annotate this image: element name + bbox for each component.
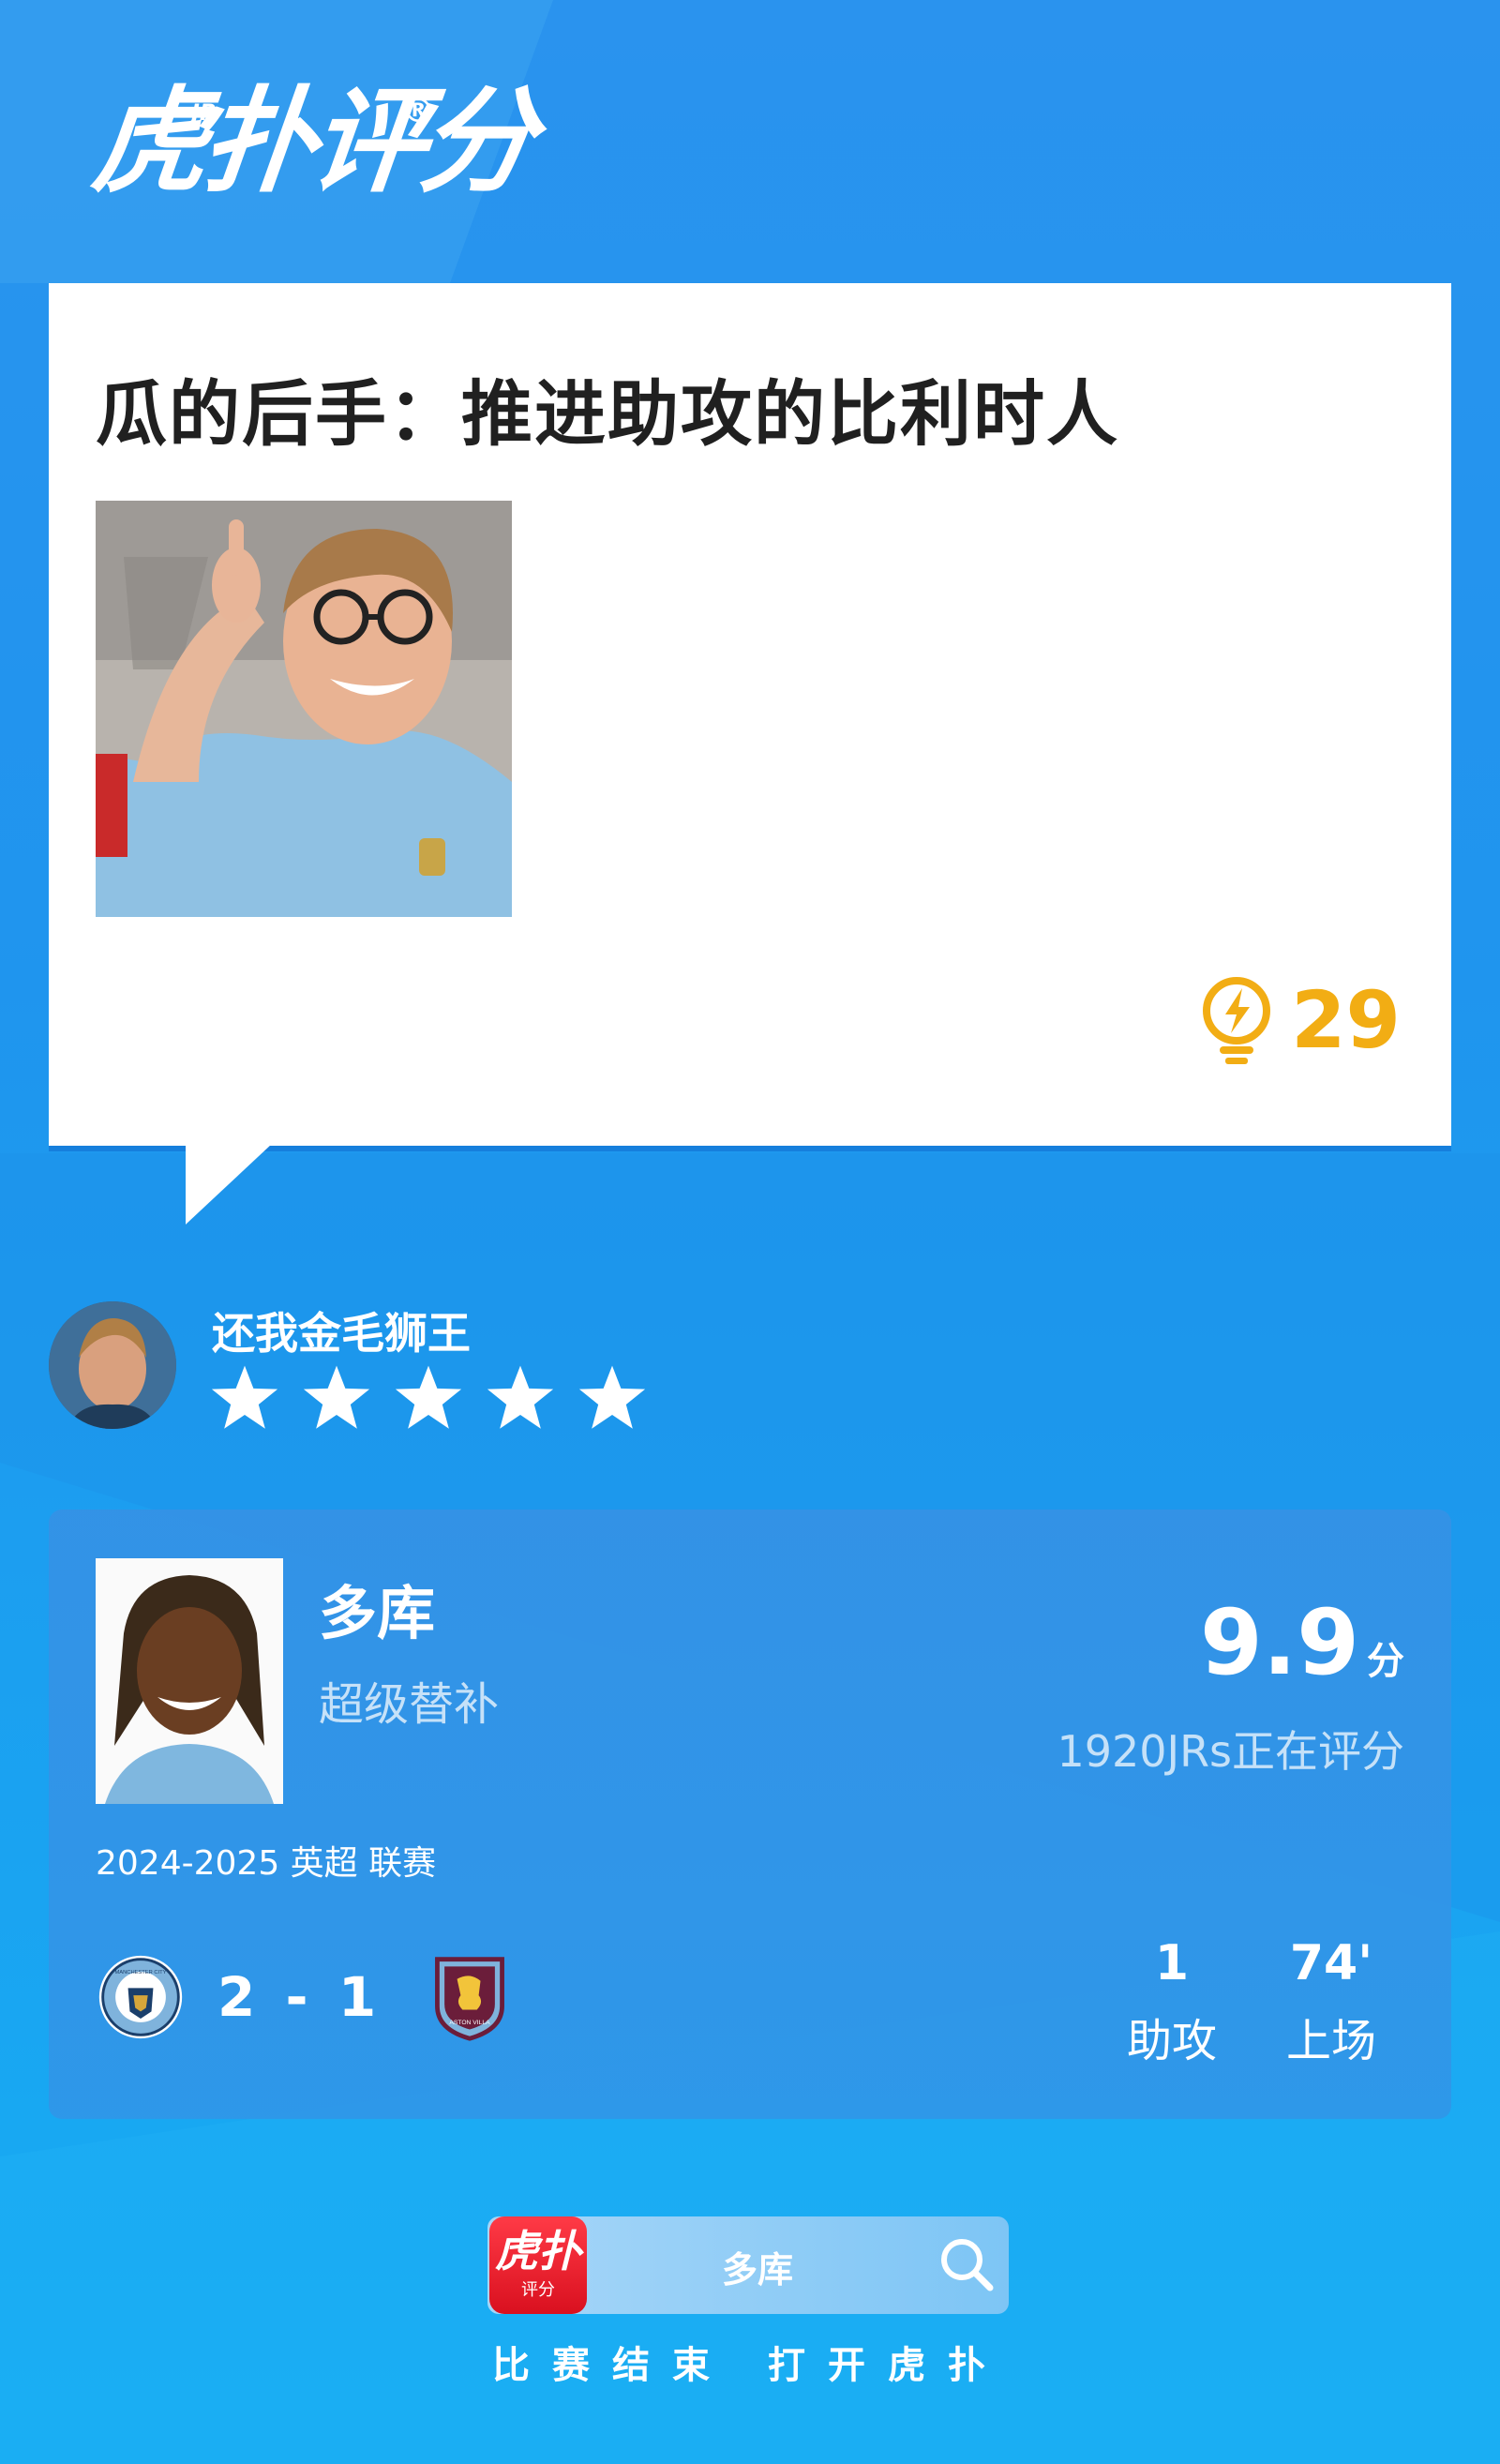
star-icon [578,1365,646,1429]
match-result: MANCHESTER CITY 2 - 1 ASTON VILLA [96,1952,515,2042]
star-icon [395,1365,462,1429]
score-unit: 分 [1367,1640,1404,1683]
quote-card: 瓜的后手：推进助攻的比利时人 29 [49,283,1451,1146]
app-icon-text: 虎扑 [495,2226,581,2276]
star-icon [303,1365,370,1429]
search-icon[interactable] [938,2235,996,2293]
search-query-text: 多库 [722,2249,794,2291]
stat-minutes-played: 74' 上场 [1286,1935,1377,2069]
lightbulb-icon [1203,977,1271,1064]
stat-label: 上场 [1286,2015,1377,2068]
manchester-city-badge: MANCHESTER CITY [98,1955,183,2039]
star-icon [487,1365,554,1429]
avatar[interactable] [49,1301,176,1429]
logo-text: 虎扑评分 [86,75,536,208]
avatar-illustration [49,1301,176,1429]
hupu-rating-logo: 虎扑评分 JR ® [87,75,536,208]
app-icon-subtext: 评分 [521,2280,555,2300]
match-score: 2 - 1 [218,1965,382,2029]
quote-photo [96,501,512,917]
rating-stars [208,1361,649,1435]
home-badge-text: MANCHESTER CITY [115,1970,167,1976]
player-tag: 超级替补 [319,1678,500,1731]
away-badge-text: ASTON VILLA [450,2020,491,2026]
commenter-name: 还我金毛狮王 [212,1308,471,1359]
star-icon [211,1365,278,1429]
player-score: 9.9 分 [1200,1598,1404,1688]
player-photo [96,1558,283,1804]
likes-counter[interactable]: 29 [1199,975,1401,1065]
player-photo-illustration [96,501,512,917]
likes-count: 29 [1291,974,1401,1066]
footer-caption: 比赛结束 打开虎扑 [492,2344,1008,2387]
stat-label: 助攻 [1127,2015,1218,2068]
score-value: 9.9 [1199,1590,1359,1695]
stat-value: 1 [1154,1935,1190,1991]
hupu-app-icon[interactable]: 虎扑 评分 [489,2216,587,2314]
registered-mark: ® [401,92,435,130]
stat-value: 74' [1289,1935,1373,1991]
quote-title: 瓜的后手：推进助攻的比利时人 [96,372,1119,456]
player-portrait-illustration [96,1558,283,1804]
speech-bubble-tail [186,1144,272,1224]
player-rating-panel[interactable]: 多库 超级替补 9.9 分 1920JRs正在评分 2024-2025 英超 联赛… [49,1510,1451,2119]
season-label: 2024-2025 英超 联赛 [96,1844,437,1883]
aston-villa-badge: ASTON VILLA [435,1957,505,2041]
stat-assists: 1 助攻 [1127,1935,1218,2069]
player-name: 多库 [319,1579,436,1647]
raters-count: 1920JRs正在评分 [1057,1726,1404,1777]
logo-jr-mark: JR [191,99,218,126]
